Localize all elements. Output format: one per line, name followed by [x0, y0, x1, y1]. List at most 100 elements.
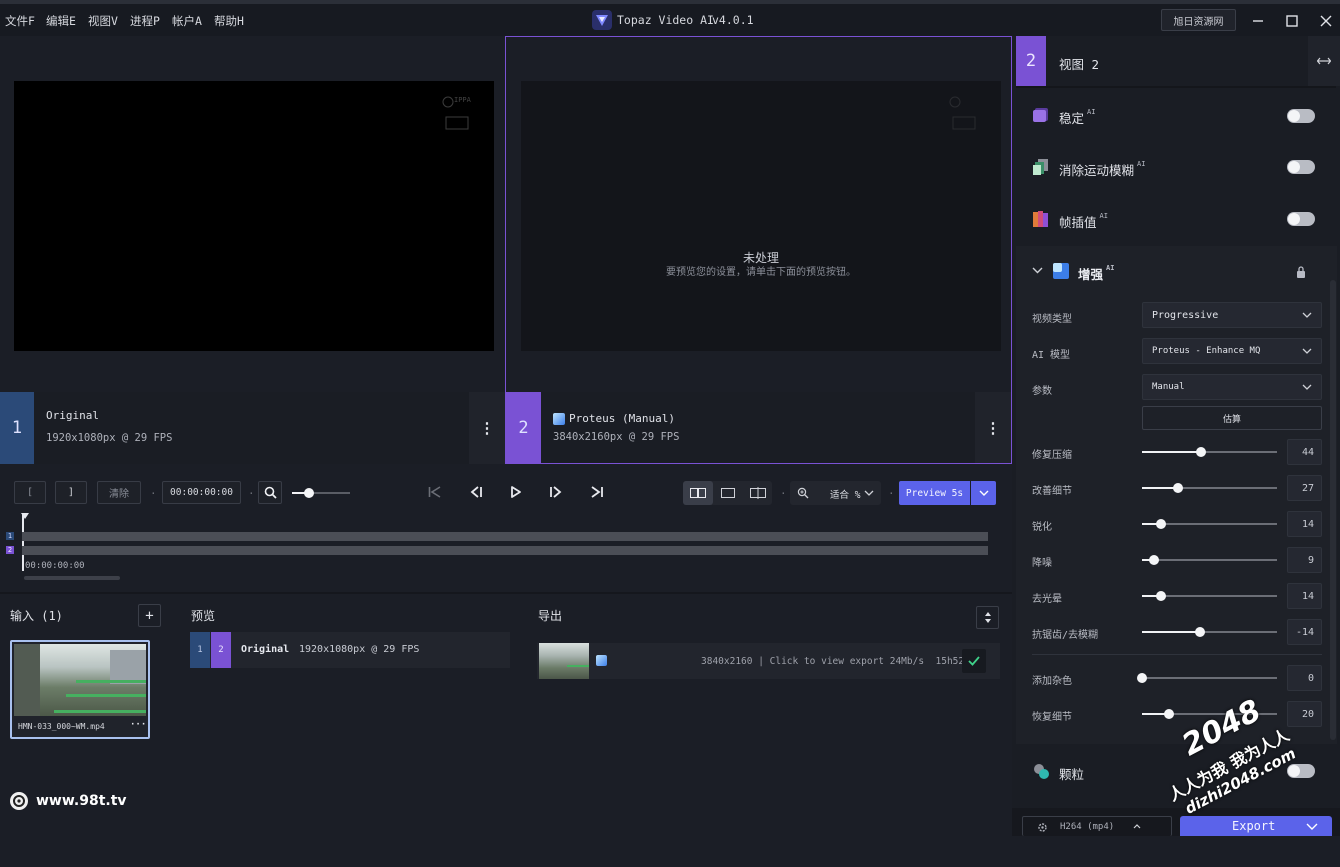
view2-video[interactable]: 未处理 要预览您的设置，请单击下面的预览按钮。: [521, 81, 1001, 351]
channel-logo: [945, 95, 979, 131]
slider-value-field[interactable]: 0: [1287, 665, 1322, 691]
settings-view-number: 2: [1016, 36, 1046, 86]
minimize-icon[interactable]: [1243, 10, 1273, 32]
export-item[interactable]: 3840x2160 | Click to view export 24Mb/s …: [537, 643, 1000, 679]
slider-value-field[interactable]: 14: [1287, 583, 1322, 609]
view2-more-button[interactable]: ⋮: [975, 392, 1011, 463]
settings-view-title: 视图 2: [1059, 57, 1100, 72]
gear-icon: [1038, 823, 1047, 832]
enhance-icon: [1052, 262, 1070, 280]
slider-value-field[interactable]: 27: [1287, 475, 1322, 501]
sort-icon[interactable]: [976, 606, 999, 629]
codec-selector[interactable]: H264 (mp4): [1022, 816, 1172, 836]
maximize-icon[interactable]: [1277, 10, 1307, 32]
view1-name: Original: [46, 409, 99, 422]
skip-start-icon[interactable]: [428, 486, 442, 498]
view2-number: 2: [506, 392, 541, 463]
parameters-dropdown[interactable]: Manual: [1142, 374, 1322, 400]
slider-knob[interactable]: [1137, 673, 1147, 683]
single-view-icon[interactable]: [713, 481, 743, 505]
video-type-dropdown[interactable]: Progressive: [1142, 302, 1322, 328]
lock-icon[interactable]: [1296, 266, 1306, 278]
view1-more-button[interactable]: ⋮: [469, 392, 505, 464]
motion-deblur-icon: [1032, 158, 1049, 176]
clear-button[interactable]: 清除: [97, 481, 141, 504]
slider-track[interactable]: [1142, 677, 1277, 679]
add-input-button[interactable]: +: [138, 604, 161, 627]
menu-help[interactable]: 帮助H: [214, 13, 244, 29]
slider-knob[interactable]: [1155, 591, 1166, 601]
chevron-down-icon: [1302, 312, 1312, 318]
settings-scrollbar[interactable]: [1330, 280, 1336, 740]
title-bar: 文件F 编辑E 视图V 进程P 帐户A 帮助H Topaz Video AI v…: [0, 0, 1340, 36]
skip-end-icon[interactable]: [590, 486, 604, 498]
export-button[interactable]: Export: [1180, 816, 1332, 836]
ai-model-dropdown[interactable]: Proteus - Enhance MQ: [1142, 338, 1322, 364]
slider-value-field[interactable]: -14: [1287, 619, 1322, 645]
estimate-button[interactable]: 估算: [1142, 406, 1322, 430]
menu-account[interactable]: 帐户A: [172, 13, 202, 29]
close-icon[interactable]: [1311, 10, 1340, 32]
timeline-track-1[interactable]: [22, 532, 988, 541]
proteus-model-icon: [596, 655, 607, 666]
interpolation-toggle[interactable]: [1287, 212, 1315, 226]
zoom-search-icon[interactable]: [258, 481, 282, 504]
preview-options-button[interactable]: [971, 481, 996, 505]
timecode-field[interactable]: 00:00:00:00: [162, 481, 241, 504]
input-file-card[interactable]: HMN-033_000~WM.mp4 ···: [10, 640, 150, 739]
zoom-dropdown[interactable]: 适合 %: [790, 481, 881, 505]
timeline-track-2[interactable]: [22, 546, 988, 555]
preview-item[interactable]: 1 2 Original 1920x1080px @ 29 FPS: [190, 632, 510, 668]
slider-value-field[interactable]: 44: [1287, 439, 1322, 465]
zoom-value: 适合 %: [830, 490, 861, 501]
stabilize-toggle[interactable]: [1287, 109, 1315, 123]
play-icon[interactable]: [510, 486, 522, 498]
side-by-side-view-icon[interactable]: [683, 481, 713, 505]
watermark-button[interactable]: 旭日资源网: [1161, 9, 1236, 31]
view1-video[interactable]: IPPA: [14, 81, 494, 351]
slider-value-field[interactable]: 9: [1287, 547, 1322, 573]
slider-knob[interactable]: [1164, 709, 1174, 719]
slider-label: 降噪: [1032, 558, 1052, 569]
mark-in-button[interactable]: [: [14, 481, 46, 504]
slider-label: 锐化: [1032, 522, 1052, 533]
timeline-zoom-knob[interactable]: [304, 488, 314, 498]
site-watermark: www.98t.tv: [36, 793, 127, 809]
export-title: 导出: [538, 609, 563, 623]
timeline-zoom-slider[interactable]: [292, 488, 350, 498]
slider-value-field[interactable]: 14: [1287, 511, 1322, 537]
slider-label: 修复压缩: [1032, 450, 1072, 461]
input-file-more-button[interactable]: ···: [130, 720, 146, 730]
site-logo-icon: [10, 792, 28, 810]
step-back-icon[interactable]: [469, 486, 483, 498]
step-forward-icon[interactable]: [549, 486, 563, 498]
slider-knob[interactable]: [1195, 627, 1206, 637]
split-view-icon[interactable]: [743, 481, 772, 505]
preview-panel: 预览 1 2 Original 1920x1080px @ 29 FPS: [177, 594, 521, 836]
mark-out-button[interactable]: ]: [55, 481, 87, 504]
preview-badge-1: 1: [190, 632, 210, 668]
menu-file[interactable]: 文件F: [5, 13, 35, 29]
menu-process[interactable]: 进程P: [130, 13, 160, 29]
inputs-panel: 输入 (1) + HMN-033_000~WM.mp4 ··· www.98t.…: [0, 594, 174, 836]
proteus-model-icon: [553, 413, 565, 425]
export-done-check-icon[interactable]: [962, 649, 986, 673]
slider-value-field[interactable]: 20: [1287, 701, 1322, 727]
timeline-scrollbar[interactable]: [24, 576, 120, 580]
playhead[interactable]: [22, 513, 24, 571]
parameters-label: 参数: [1032, 386, 1052, 397]
deblur-toggle[interactable]: [1287, 160, 1315, 174]
preview-button[interactable]: Preview 5s: [899, 481, 970, 505]
separator-dot: ·: [888, 487, 895, 500]
chevron-down-icon: [1306, 823, 1318, 830]
swap-views-icon[interactable]: [1308, 36, 1340, 86]
slider-track[interactable]: [1142, 559, 1277, 561]
collapse-chevron-icon[interactable]: [1032, 267, 1043, 274]
slider-knob[interactable]: [1155, 519, 1166, 529]
playhead-handle[interactable]: [21, 513, 29, 519]
menu-view[interactable]: 视图V: [88, 13, 118, 29]
menu-edit[interactable]: 编辑E: [46, 13, 76, 29]
slider-label: 去光晕: [1032, 594, 1062, 605]
export-panel: 导出 3840x2160 | Click to view export 24Mb…: [525, 594, 1012, 836]
grain-toggle[interactable]: [1287, 764, 1315, 778]
